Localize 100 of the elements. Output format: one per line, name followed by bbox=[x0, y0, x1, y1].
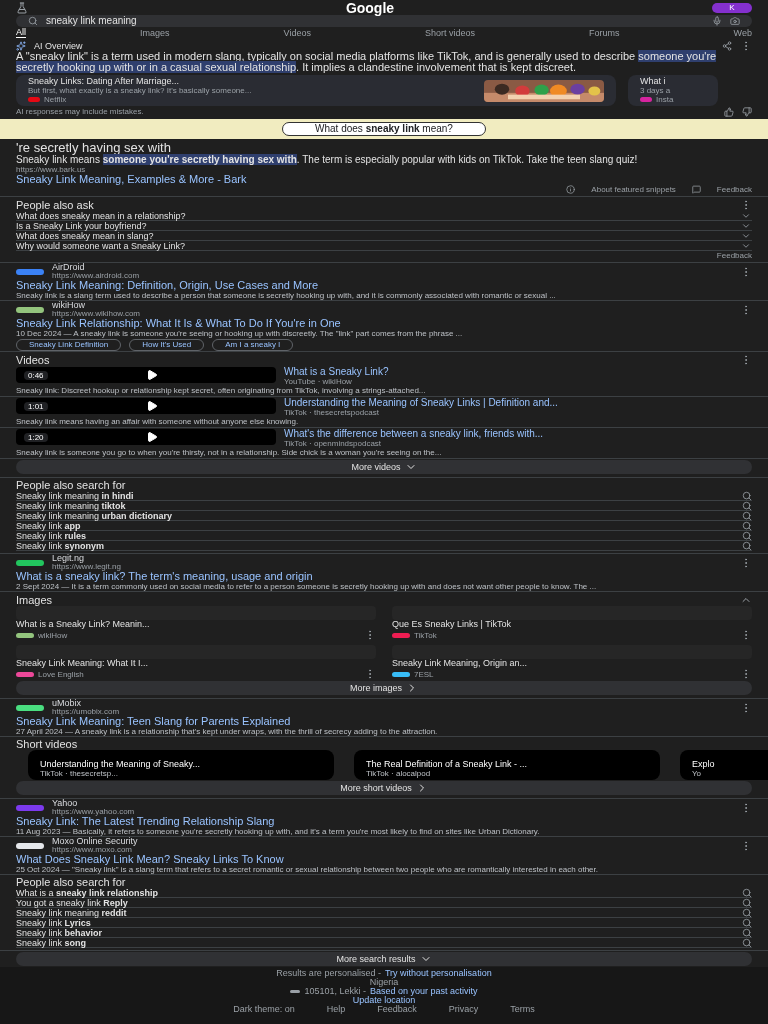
site-name: Moxo Online Security bbox=[52, 837, 139, 846]
result-title[interactable]: What Does Sneaky Link Mean? Sneaky Links To Know bbox=[16, 854, 752, 865]
footer-link[interactable]: Terms bbox=[510, 1005, 535, 1014]
result-url: https://www.bark.us bbox=[16, 165, 87, 174]
more-button[interactable]: More search results bbox=[16, 952, 752, 966]
image-source: Love English bbox=[38, 669, 85, 679]
personalisation-link[interactable]: Try without personalisation bbox=[384, 969, 492, 978]
video-title[interactable]: What's the difference between a sneaky link, friends with... bbox=[284, 429, 544, 439]
image-caption: Sneaky Link Meaning, Origin an... bbox=[392, 659, 529, 668]
result-snippet: 2 Sept 2024 — It is a term commonly used on social media to refer to a person someone is secretly hooking up with and does not want other people to know. The ... bbox=[16, 582, 598, 591]
result-title[interactable]: Sneaky Link Meaning, Examples & More - Bark bbox=[16, 174, 752, 185]
video-description: Sneaky link: Discreet hookup or relationship kept secret, often originating from TikTok, involving a strings-attached... bbox=[16, 386, 427, 395]
tab[interactable]: Videos bbox=[283, 27, 311, 38]
search-icon[interactable] bbox=[742, 927, 752, 938]
search-icon[interactable] bbox=[742, 520, 752, 531]
search-icon[interactable] bbox=[742, 937, 752, 948]
search-icon[interactable] bbox=[742, 530, 752, 541]
play-icon bbox=[145, 431, 158, 443]
search-icon[interactable] bbox=[742, 490, 752, 501]
footer-link[interactable]: Help bbox=[326, 1005, 346, 1014]
video-description: Sneaky link is someone you go to when you're thirsty, not in a relationship. Side chick is a woman you're seeing on the... bbox=[16, 448, 443, 457]
short-video-card[interactable]: The Real Definition of a Sneaky Link - ... TikTok · alocalpod bbox=[354, 750, 660, 780]
video-thumbnail[interactable]: 0:46 bbox=[16, 367, 276, 383]
question-row[interactable]: Is a Sneaky Link your boyfriend? bbox=[16, 221, 752, 231]
disclaimer-text: AI responses may include mistakes. bbox=[16, 107, 145, 116]
result-title[interactable]: What is a sneaky link? The term's meaning, usage and origin bbox=[16, 571, 752, 582]
question-row[interactable]: What does sneaky mean in a relationship? bbox=[16, 211, 752, 221]
short-video-card[interactable]: Explo Yo bbox=[680, 750, 768, 780]
feedback-link[interactable]: Feedback bbox=[716, 251, 752, 260]
related-search[interactable]: Sneaky link song bbox=[16, 937, 87, 948]
tab[interactable]: Web bbox=[733, 27, 752, 38]
related-search[interactable]: You got a sneaky link Reply bbox=[16, 897, 128, 908]
source-card[interactable]: Sneaky Links: Dating After Marriage... But first, what exactly is a sneaky link? It's basically someone... Netflix bbox=[16, 75, 616, 106]
image-source: TikTok bbox=[414, 630, 438, 640]
related-search[interactable]: Sneaky link behavior bbox=[16, 927, 103, 938]
thumbs-up-icon[interactable] bbox=[724, 106, 734, 117]
video-thumbnail[interactable]: 1:01 bbox=[16, 398, 276, 414]
section-heading: Images bbox=[16, 594, 53, 606]
site-url: https://www.wikihow.com bbox=[52, 310, 142, 318]
related-search[interactable]: Sneaky link meaning reddit bbox=[16, 907, 127, 918]
section-heading: Videos bbox=[16, 354, 50, 366]
video-duration: 1:01 bbox=[24, 401, 48, 411]
video-title[interactable]: What is a Sneaky Link? bbox=[284, 367, 389, 377]
related-search[interactable]: What is a sneaky link relationship bbox=[16, 887, 159, 898]
image-source: wikiHow bbox=[38, 630, 69, 640]
search-icon[interactable] bbox=[742, 500, 752, 511]
footer-link[interactable]: Privacy bbox=[448, 1005, 479, 1014]
labs-icon[interactable] bbox=[16, 2, 28, 14]
result-title[interactable]: Sneaky Link Meaning: Teen Slang for Parents Explained bbox=[16, 716, 752, 727]
short-video-card[interactable]: Understanding the Meaning of Sneaky... TikTok · thesecretsp... bbox=[28, 750, 334, 780]
site-name: AirDroid bbox=[52, 263, 86, 272]
account-avatar[interactable]: K bbox=[712, 3, 752, 13]
tab[interactable]: Short videos bbox=[425, 27, 475, 38]
more-button[interactable]: More videos bbox=[16, 460, 752, 474]
related-search[interactable]: Sneaky link synonym bbox=[16, 540, 105, 551]
source-card[interactable]: What i 3 days a Insta bbox=[628, 75, 718, 106]
video-duration: 1:20 bbox=[24, 432, 48, 442]
question-row[interactable]: What does sneaky mean in slang? bbox=[16, 231, 752, 241]
result-title[interactable]: Sneaky Link Relationship: What It Is & What To Do If You're in One bbox=[16, 318, 752, 329]
share-icon[interactable] bbox=[722, 40, 732, 51]
related-search[interactable]: Sneaky link Lyrics bbox=[16, 917, 91, 928]
search-icon[interactable] bbox=[742, 510, 752, 521]
search-icon[interactable] bbox=[742, 917, 752, 928]
search-icon[interactable] bbox=[742, 907, 752, 918]
thumbs-down-icon[interactable] bbox=[742, 106, 752, 117]
related-search[interactable]: Sneaky link meaning tiktok bbox=[16, 500, 126, 511]
tab[interactable]: Forums bbox=[589, 27, 620, 38]
related-search[interactable]: Sneaky link app bbox=[16, 520, 81, 531]
ai-overview-title: AI Overview bbox=[34, 40, 84, 51]
footer-link[interactable]: Feedback bbox=[377, 1005, 417, 1014]
update-location-link[interactable]: Update location bbox=[352, 996, 416, 1005]
tab[interactable]: All bbox=[16, 27, 26, 38]
related-search[interactable]: Sneaky link meaning urban dictionary bbox=[16, 510, 173, 521]
video-thumbnail[interactable]: 1:20 bbox=[16, 429, 276, 445]
related-search[interactable]: Sneaky link rules bbox=[16, 530, 87, 541]
ai-overview-text: A "sneaky link" is a term used in modern slang, typically on social media platforms like TikTok, and is generally used to describe someone you're secretly hooking up with or in a casual sexual relationship. It implies a clandestine involvement that is kept discreet. bbox=[16, 51, 718, 73]
camera-icon[interactable] bbox=[730, 16, 740, 26]
more-button[interactable]: More images bbox=[16, 681, 752, 695]
feedback-link[interactable]: Feedback bbox=[716, 185, 752, 194]
featured-heading: 're secretly having sex with bbox=[16, 141, 171, 154]
result-title[interactable]: Sneaky Link: The Latest Trending Relationship Slang bbox=[16, 816, 752, 827]
search-icon[interactable] bbox=[742, 897, 752, 908]
question-row[interactable]: Why would someone want a Sneaky Link? bbox=[16, 241, 752, 251]
related-search[interactable]: Sneaky link meaning in hindi bbox=[16, 490, 134, 501]
result-snippet: 10 Dec 2024 — A sneaky link is someone you're seeing or hooking up with discreetly. The "link" part comes from the phrase ... bbox=[16, 329, 464, 338]
about-link[interactable]: About featured snippets bbox=[591, 185, 676, 194]
info-icon bbox=[566, 185, 576, 194]
tab[interactable]: Images bbox=[140, 27, 170, 38]
site-url: https://umobix.com bbox=[52, 708, 121, 716]
search-icon[interactable] bbox=[742, 887, 752, 898]
more-button[interactable]: More short videos bbox=[16, 781, 752, 795]
site-url: https://www.yahoo.com bbox=[52, 808, 136, 816]
activity-link[interactable]: Based on your past activity bbox=[370, 987, 478, 996]
footer-link[interactable]: Dark theme: on bbox=[233, 1005, 295, 1014]
video-title[interactable]: Understanding the Meaning of Sneaky Links | Definition and... bbox=[284, 398, 558, 408]
search-icon[interactable] bbox=[742, 540, 752, 551]
mic-icon[interactable] bbox=[712, 16, 722, 26]
video-duration: 0:46 bbox=[24, 370, 48, 380]
result-snippet: Sneaky link is a slang term used to describe a person that someone is secretly hooking up with, and it is commonly associated with romantic or sexual ... bbox=[16, 291, 557, 300]
result-title[interactable]: Sneaky Link Meaning: Definition, Origin, Use Cases and More bbox=[16, 280, 752, 291]
